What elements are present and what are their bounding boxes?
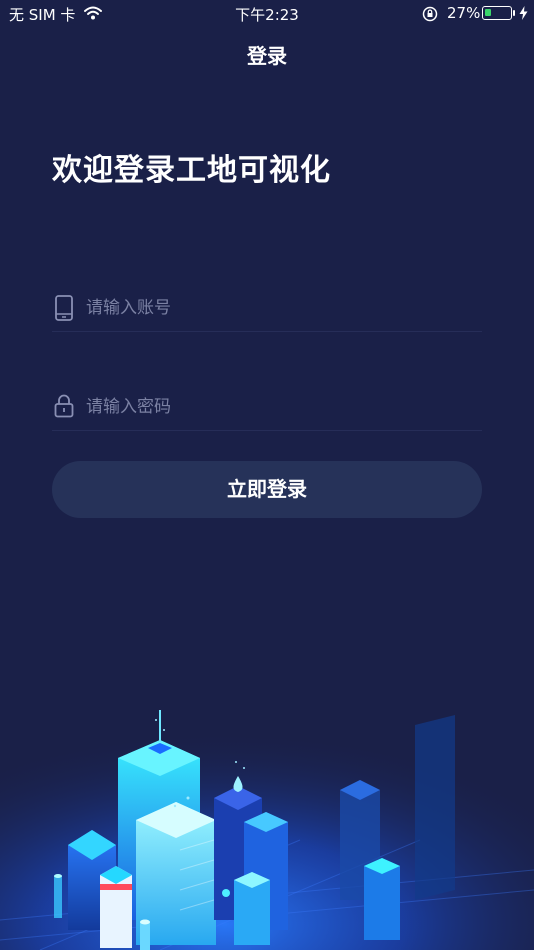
orientation-lock-icon	[422, 6, 438, 22]
battery-percent: 27%	[447, 4, 481, 22]
lock-icon	[54, 394, 74, 418]
battery-cap	[513, 10, 515, 16]
charging-bolt-icon	[519, 6, 528, 20]
account-input[interactable]	[84, 293, 478, 323]
page-title: 登录	[247, 44, 287, 68]
welcome-heading: 欢迎登录工地可视化	[52, 153, 331, 188]
status-bar: 无 SIM 卡 下午2:23 27%	[0, 0, 534, 28]
login-button[interactable]: 立即登录	[52, 461, 482, 518]
password-field	[52, 384, 482, 431]
city-illustration	[0, 690, 534, 950]
account-field	[52, 285, 482, 332]
password-input[interactable]	[84, 392, 478, 422]
phone-icon	[55, 295, 73, 321]
battery-icon	[482, 6, 512, 20]
